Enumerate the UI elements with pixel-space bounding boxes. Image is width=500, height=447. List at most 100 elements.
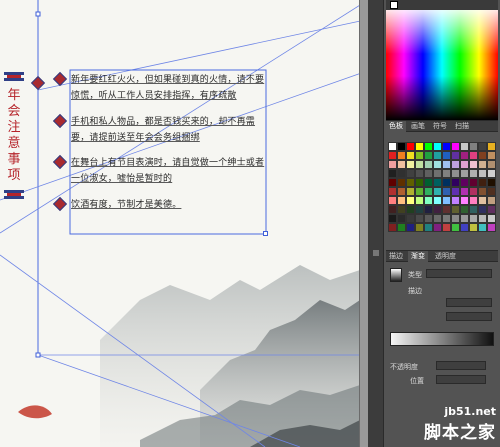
color-swatch[interactable]: [406, 205, 415, 214]
color-swatch[interactable]: [460, 223, 469, 232]
color-swatch[interactable]: [442, 205, 451, 214]
gradient-angle-field[interactable]: [446, 298, 492, 307]
color-swatch[interactable]: [460, 178, 469, 187]
color-swatch[interactable]: [415, 151, 424, 160]
color-swatch[interactable]: [424, 223, 433, 232]
color-swatch[interactable]: [442, 187, 451, 196]
color-swatch[interactable]: [460, 205, 469, 214]
color-swatch[interactable]: [397, 223, 406, 232]
color-swatch[interactable]: [469, 205, 478, 214]
fill-swatch-icon[interactable]: [390, 1, 398, 9]
color-swatch[interactable]: [487, 142, 496, 151]
color-swatch[interactable]: [433, 169, 442, 178]
color-swatch[interactable]: [424, 178, 433, 187]
color-swatch[interactable]: [388, 205, 397, 214]
color-swatch[interactable]: [469, 160, 478, 169]
color-swatch[interactable]: [469, 187, 478, 196]
color-swatch[interactable]: [442, 169, 451, 178]
color-swatch[interactable]: [415, 187, 424, 196]
color-swatch[interactable]: [415, 160, 424, 169]
color-swatch[interactable]: [406, 214, 415, 223]
color-swatch[interactable]: [478, 223, 487, 232]
color-swatch[interactable]: [415, 223, 424, 232]
color-swatch[interactable]: [406, 223, 415, 232]
tab-swatches[interactable]: 色板: [386, 121, 406, 132]
gradient-aspect-field[interactable]: [446, 312, 492, 321]
color-spectrum-picker[interactable]: [386, 10, 498, 120]
color-swatch[interactable]: [451, 205, 460, 214]
color-swatch[interactable]: [433, 151, 442, 160]
color-swatch[interactable]: [415, 178, 424, 187]
color-swatch[interactable]: [460, 142, 469, 151]
color-swatch[interactable]: [478, 169, 487, 178]
color-swatch[interactable]: [451, 196, 460, 205]
color-swatch[interactable]: [388, 151, 397, 160]
color-swatch[interactable]: [487, 214, 496, 223]
color-swatch[interactable]: [478, 151, 487, 160]
color-swatch[interactable]: [424, 142, 433, 151]
color-swatch[interactable]: [424, 196, 433, 205]
notice-paragraph-1[interactable]: 新年要红红火火，但如果碰到真的火情，请不要惊慌，听从工作人员安排指挥，有序疏散: [71, 72, 271, 104]
color-swatch[interactable]: [460, 151, 469, 160]
color-swatch[interactable]: [469, 142, 478, 151]
color-swatch[interactable]: [433, 205, 442, 214]
tab-trace[interactable]: 扫描: [452, 121, 472, 132]
color-swatch[interactable]: [478, 160, 487, 169]
color-swatch[interactable]: [424, 214, 433, 223]
color-swatch[interactable]: [424, 160, 433, 169]
color-swatch[interactable]: [433, 187, 442, 196]
color-swatch[interactable]: [442, 151, 451, 160]
color-swatch[interactable]: [433, 214, 442, 223]
color-swatch[interactable]: [433, 142, 442, 151]
color-swatch[interactable]: [469, 151, 478, 160]
color-swatch[interactable]: [406, 142, 415, 151]
color-swatch[interactable]: [487, 187, 496, 196]
color-swatch[interactable]: [388, 178, 397, 187]
color-swatch[interactable]: [442, 196, 451, 205]
gradient-slider-bar[interactable]: [390, 332, 494, 346]
color-swatch[interactable]: [469, 178, 478, 187]
text-frame-handle[interactable]: [263, 231, 268, 236]
color-swatch[interactable]: [406, 151, 415, 160]
color-swatch[interactable]: [397, 142, 406, 151]
opacity-field[interactable]: [436, 361, 486, 370]
color-swatch[interactable]: [397, 196, 406, 205]
color-swatch[interactable]: [487, 151, 496, 160]
color-swatch[interactable]: [451, 178, 460, 187]
color-swatch[interactable]: [469, 223, 478, 232]
color-swatch[interactable]: [388, 169, 397, 178]
color-swatch[interactable]: [460, 187, 469, 196]
color-swatch[interactable]: [451, 187, 460, 196]
color-swatch[interactable]: [442, 223, 451, 232]
color-swatch[interactable]: [478, 205, 487, 214]
color-swatch[interactable]: [478, 187, 487, 196]
color-swatch[interactable]: [451, 142, 460, 151]
color-swatch[interactable]: [397, 169, 406, 178]
color-swatch[interactable]: [487, 196, 496, 205]
tab-symbols[interactable]: 符号: [430, 121, 450, 132]
gradient-preview-thumb[interactable]: [390, 268, 402, 282]
color-swatch[interactable]: [460, 169, 469, 178]
color-swatch[interactable]: [406, 196, 415, 205]
color-swatch[interactable]: [478, 178, 487, 187]
color-swatch[interactable]: [406, 187, 415, 196]
color-swatch[interactable]: [424, 151, 433, 160]
color-swatch[interactable]: [415, 205, 424, 214]
swatch-grid[interactable]: [388, 142, 496, 240]
color-swatch[interactable]: [388, 142, 397, 151]
color-swatch[interactable]: [451, 214, 460, 223]
color-swatch[interactable]: [451, 223, 460, 232]
color-swatch[interactable]: [415, 196, 424, 205]
color-swatch[interactable]: [442, 214, 451, 223]
color-swatch[interactable]: [451, 160, 460, 169]
color-swatch[interactable]: [397, 214, 406, 223]
artboard-canvas[interactable]: 年会注意事项 新年要红红火火，但如果碰到真的火情，请不要惊慌，听从工作人员安排指…: [0, 0, 368, 447]
color-swatch[interactable]: [424, 205, 433, 214]
color-swatch[interactable]: [415, 142, 424, 151]
color-swatch[interactable]: [451, 151, 460, 160]
color-swatch[interactable]: [397, 178, 406, 187]
color-swatch[interactable]: [442, 160, 451, 169]
color-swatch[interactable]: [388, 160, 397, 169]
color-swatch[interactable]: [406, 178, 415, 187]
color-swatch[interactable]: [460, 196, 469, 205]
